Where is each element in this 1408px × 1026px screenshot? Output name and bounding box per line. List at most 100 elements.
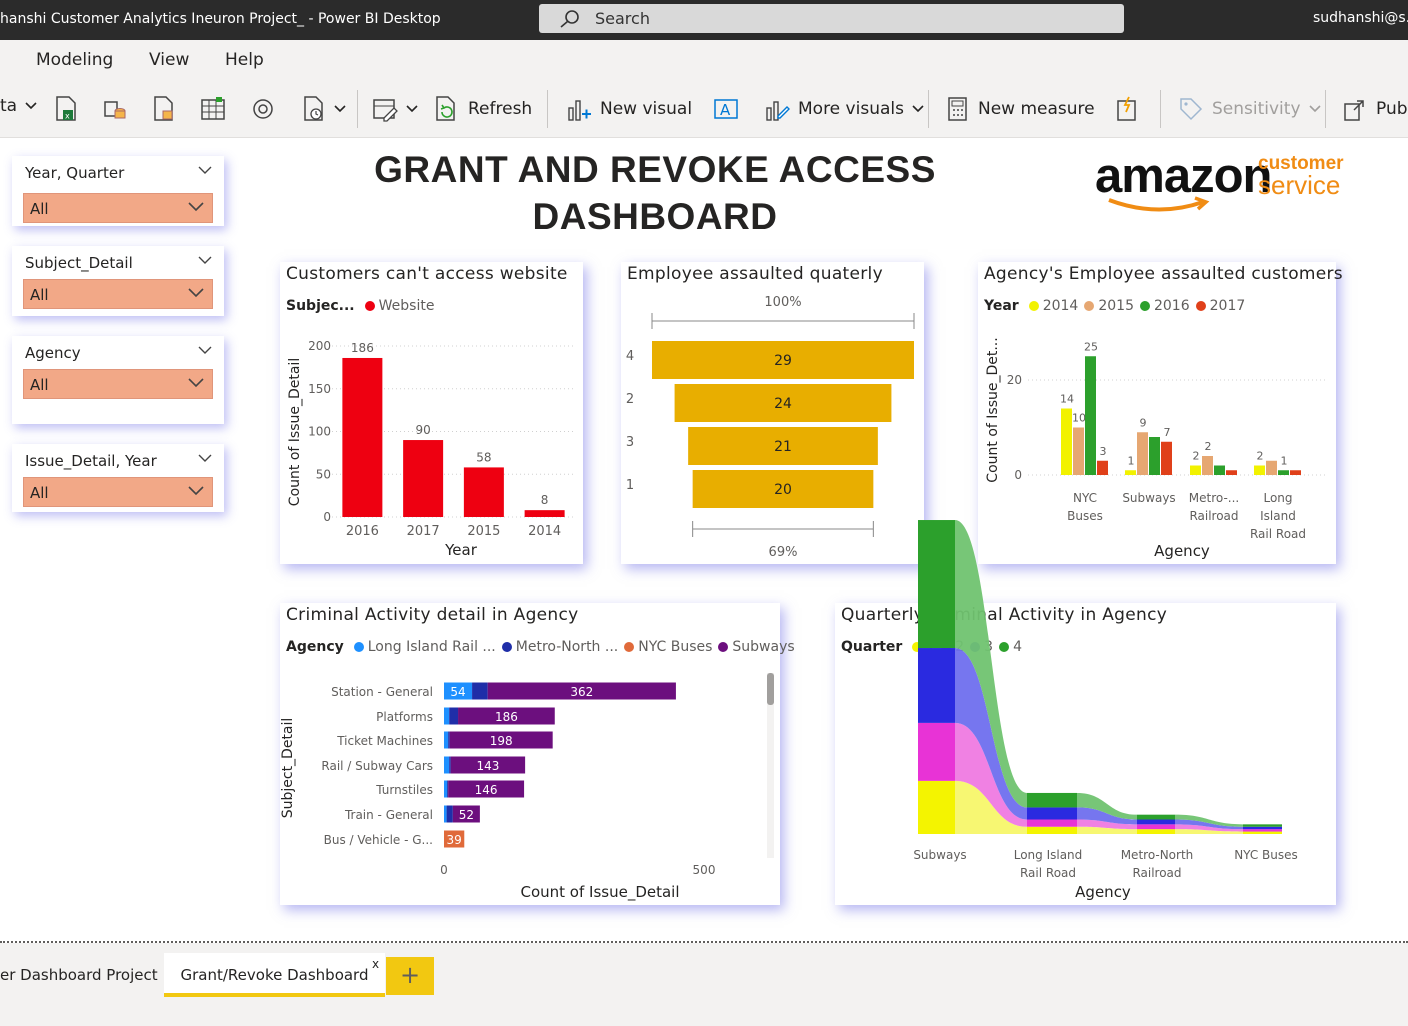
slicer-dropdown[interactable]: All (23, 369, 213, 399)
get-data-button[interactable]: ta (0, 96, 37, 116)
data-label: 362 (570, 685, 593, 699)
data-hub-icon[interactable] (102, 96, 128, 122)
smile-arrow-icon (1108, 196, 1210, 212)
ribbon-column-segment (1243, 831, 1282, 834)
chevron-down-icon (334, 105, 346, 113)
x-axis-title: Agency (1154, 542, 1210, 560)
data-label: 10 (1072, 412, 1086, 425)
visual-criminal-activity[interactable]: Criminal Activity detail in Agency Agenc… (280, 603, 795, 905)
chevron-down-icon[interactable] (198, 256, 212, 264)
excel-icon[interactable]: x (54, 96, 78, 122)
transform-data-button[interactable] (372, 96, 418, 122)
data-label: 186 (495, 710, 518, 724)
visual-agency-employee[interactable]: Agency's Employee assaulted customers Ye… (978, 262, 1343, 564)
bar-segment (448, 731, 450, 749)
bar-segment (449, 756, 451, 774)
chevron-down-icon (188, 288, 204, 298)
x-tick-label: Rail Road (1250, 527, 1306, 541)
slicer-value: All (30, 200, 49, 218)
tab-grant-revoke[interactable]: Grant/Revoke Dashboard x (164, 953, 385, 997)
funnel-value: 24 (774, 396, 792, 412)
dataverse-icon[interactable] (250, 96, 276, 122)
ribbon-separator (1160, 90, 1161, 128)
text-box-icon[interactable]: A (712, 96, 740, 122)
new-visual-button[interactable]: New visual (566, 96, 692, 122)
x-tick-label: Railroad (1132, 866, 1181, 880)
visual-employee-funnel[interactable]: Employee assaulted quaterly 100% 29 4 24 2 21… (621, 262, 924, 564)
publish-button[interactable]: Pub (1342, 96, 1408, 122)
y-axis-title: Subject_Detail (280, 718, 296, 819)
ribbon-column-segment (1137, 819, 1175, 825)
quick-measure-icon[interactable] (1115, 96, 1139, 122)
x-tick-label: Long (1263, 491, 1292, 505)
new-measure-button[interactable]: New measure (946, 96, 1095, 122)
bar-segment (444, 731, 449, 749)
y-tick-label: 50 (316, 467, 331, 481)
more-visuals-icon (766, 101, 790, 121)
slicer-dropdown[interactable]: All (23, 193, 213, 223)
ribbon: ta x Refresh New visual A More visuals N… (0, 80, 1408, 138)
chevron-down-icon[interactable] (198, 166, 212, 174)
ribbon-separator (357, 90, 358, 128)
title-bar: hanshi Customer Analytics Ineuron Projec… (0, 0, 1408, 40)
recent-sources-button[interactable] (302, 96, 346, 122)
column (1226, 470, 1237, 475)
y-tick-label: 0 (323, 510, 331, 524)
enter-data-icon[interactable] (200, 96, 226, 122)
x-tick-label: 500 (693, 863, 716, 877)
data-label: 9 (1140, 416, 1147, 429)
more-visuals-button[interactable]: More visuals (764, 96, 924, 122)
visual-website-access[interactable]: Customers can't access website Subjec...… (280, 262, 583, 564)
chevron-down-icon[interactable] (198, 346, 212, 354)
data-label: 25 (1084, 340, 1098, 353)
column (1254, 465, 1265, 475)
y-tick-label: 200 (308, 339, 331, 353)
chevron-down-icon (188, 202, 204, 212)
tab-dashboard-project[interactable]: er Dashboard Project (0, 953, 163, 997)
ribbon-column-segment (1137, 829, 1175, 834)
menu-help[interactable]: Help (225, 50, 264, 70)
refresh-button[interactable]: Refresh (434, 96, 532, 122)
data-label: 198 (490, 734, 513, 748)
data-label: 3 (1100, 445, 1107, 458)
search-box[interactable]: Search (539, 4, 1124, 33)
slicer-header: Year, Quarter (25, 164, 125, 182)
ribbon-separator (547, 90, 548, 128)
sql-server-icon[interactable] (152, 96, 176, 122)
user-account[interactable]: sudhanshi@s.a (1313, 10, 1408, 26)
slicer-issue-detail-year[interactable]: Issue_Detail, Year All (12, 444, 224, 512)
close-icon[interactable]: x (372, 957, 379, 971)
slicer-dropdown[interactable]: All (23, 279, 213, 309)
ribbon-column-segment (1243, 826, 1282, 830)
data-label: 2 (1193, 450, 1200, 463)
add-page-button[interactable]: + (386, 957, 434, 995)
logo-sub2: service (1258, 170, 1341, 200)
x-tick-label: Subways (1122, 491, 1175, 505)
slicer-subject-detail[interactable]: Subject_Detail All (12, 246, 224, 316)
y-axis-title: Count of Issue_Detail (287, 358, 303, 506)
bar-segment (446, 805, 453, 823)
bar-segment (444, 756, 450, 774)
publish-icon (1344, 100, 1364, 121)
chevron-down-icon[interactable] (198, 454, 212, 462)
data-label: 186 (351, 341, 374, 355)
transform-data-icon (373, 99, 398, 122)
sensitivity-button[interactable]: Sensitivity (1178, 96, 1321, 122)
slicer-agency[interactable]: Agency All (12, 336, 224, 424)
menu-view[interactable]: View (149, 50, 189, 70)
x-tick-label: Rail Road (1020, 866, 1076, 880)
ribbon-column-segment (1137, 814, 1175, 820)
data-label: 2 (1257, 450, 1264, 463)
amazon-logo: amazon customer service (1095, 148, 1355, 228)
x-tick-label: NYC (1073, 491, 1097, 505)
visual-quarterly-criminal[interactable]: Quarterly Criminal Activity in Agency Qu… (835, 520, 1336, 905)
ribbon-column-segment (918, 780, 955, 834)
slicer-value: All (30, 484, 49, 502)
slicer-year-quarter[interactable]: Year, Quarter All (12, 156, 224, 226)
slicer-dropdown[interactable]: All (23, 477, 213, 507)
menu-modeling[interactable]: Modeling (36, 50, 113, 70)
more-visuals-label: More visuals (798, 99, 904, 119)
x-tick-label: 2015 (467, 524, 500, 539)
chevron-down-icon (912, 105, 924, 113)
recent-sources-icon (304, 96, 323, 121)
